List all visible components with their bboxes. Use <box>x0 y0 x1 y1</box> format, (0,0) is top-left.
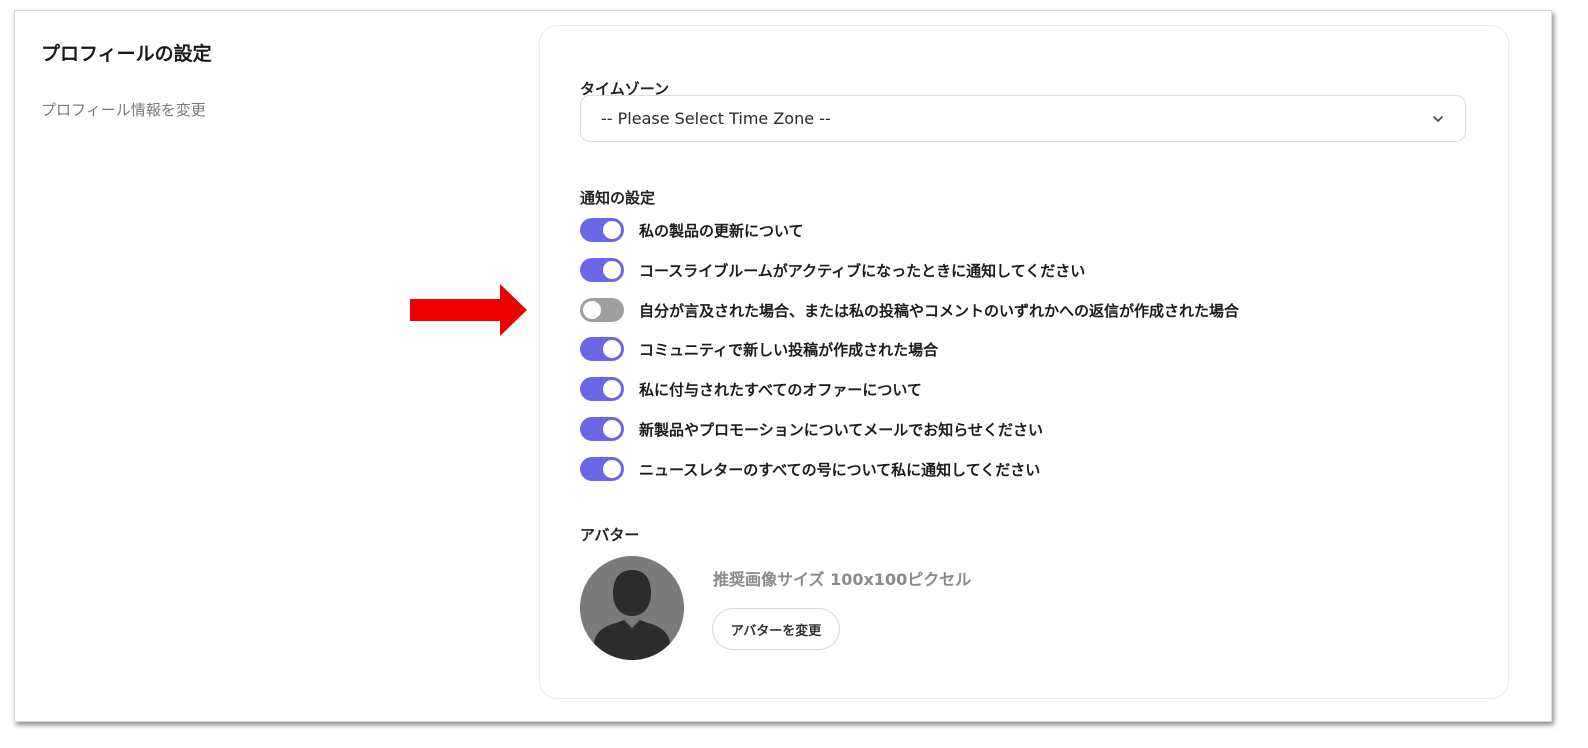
timezone-select-value: -- Please Select Time Zone -- <box>601 109 831 128</box>
notification-toggle-row: ニュースレターのすべての号について私に通知してください <box>580 457 1040 481</box>
change-avatar-button[interactable]: アバターを変更 <box>712 608 840 650</box>
notification-toggle-row: コースライブルームがアクティブになったときに通知してください <box>580 258 1085 282</box>
notification-toggle-row: 私の製品の更新について <box>580 218 804 242</box>
settings-card: タイムゾーン -- Please Select Time Zone -- 通知の… <box>539 25 1509 699</box>
timezone-select[interactable]: -- Please Select Time Zone -- <box>580 95 1466 142</box>
settings-window: プロフィールの設定 プロフィール情報を変更 タイムゾーン -- Please S… <box>14 10 1552 722</box>
red-arrow-icon <box>409 283 529 341</box>
user-silhouette-icon <box>580 556 684 660</box>
notification-toggle-label: 自分が言及された場合、または私の投稿やコメントのいずれかへの返信が作成された場合 <box>639 301 1240 320</box>
notification-toggle-switch[interactable] <box>580 377 624 401</box>
chevron-down-icon <box>1431 112 1445 126</box>
notification-toggle-label: コースライブルームがアクティブになったときに通知してください <box>639 261 1086 280</box>
toggle-knob <box>603 380 621 398</box>
notification-toggle-row: コミュニティで新しい投稿が作成された場合 <box>580 337 938 361</box>
toggle-knob <box>603 420 621 438</box>
notification-toggle-row: 自分が言及された場合、または私の投稿やコメントのいずれかへの返信が作成された場合 <box>580 298 1239 322</box>
page-description: プロフィール情報を変更 <box>41 101 206 119</box>
notification-toggle-label: 新製品やプロモーションについてメールでお知らせください <box>639 420 1043 439</box>
notification-toggle-row: 新製品やプロモーションについてメールでお知らせください <box>580 417 1043 441</box>
toggle-knob <box>603 460 621 478</box>
page-title: プロフィールの設定 <box>41 43 212 65</box>
notification-toggle-switch[interactable] <box>580 258 624 282</box>
toggle-knob <box>603 340 621 358</box>
notification-toggle-label: 私の製品の更新について <box>639 221 804 240</box>
notifications-label: 通知の設定 <box>580 189 656 207</box>
notification-toggle-switch[interactable] <box>580 218 624 242</box>
notification-toggle-label: ニュースレターのすべての号について私に通知してください <box>639 460 1041 479</box>
avatar-size-hint: 推奨画像サイズ 100x100ピクセル <box>713 570 972 589</box>
notification-toggle-row: 私に付与されたすべてのオファーについて <box>580 377 922 401</box>
notification-toggle-switch[interactable] <box>580 457 624 481</box>
notification-toggle-switch[interactable] <box>580 337 624 361</box>
avatar <box>580 556 684 660</box>
toggle-knob <box>583 301 601 319</box>
notification-toggle-switch[interactable] <box>580 417 624 441</box>
notification-toggle-switch[interactable] <box>580 298 624 322</box>
toggle-knob <box>603 221 621 239</box>
toggle-knob <box>603 261 621 279</box>
avatar-label: アバター <box>580 526 640 544</box>
notification-toggle-label: 私に付与されたすべてのオファーについて <box>639 380 922 399</box>
notification-toggle-label: コミュニティで新しい投稿が作成された場合 <box>639 340 939 359</box>
